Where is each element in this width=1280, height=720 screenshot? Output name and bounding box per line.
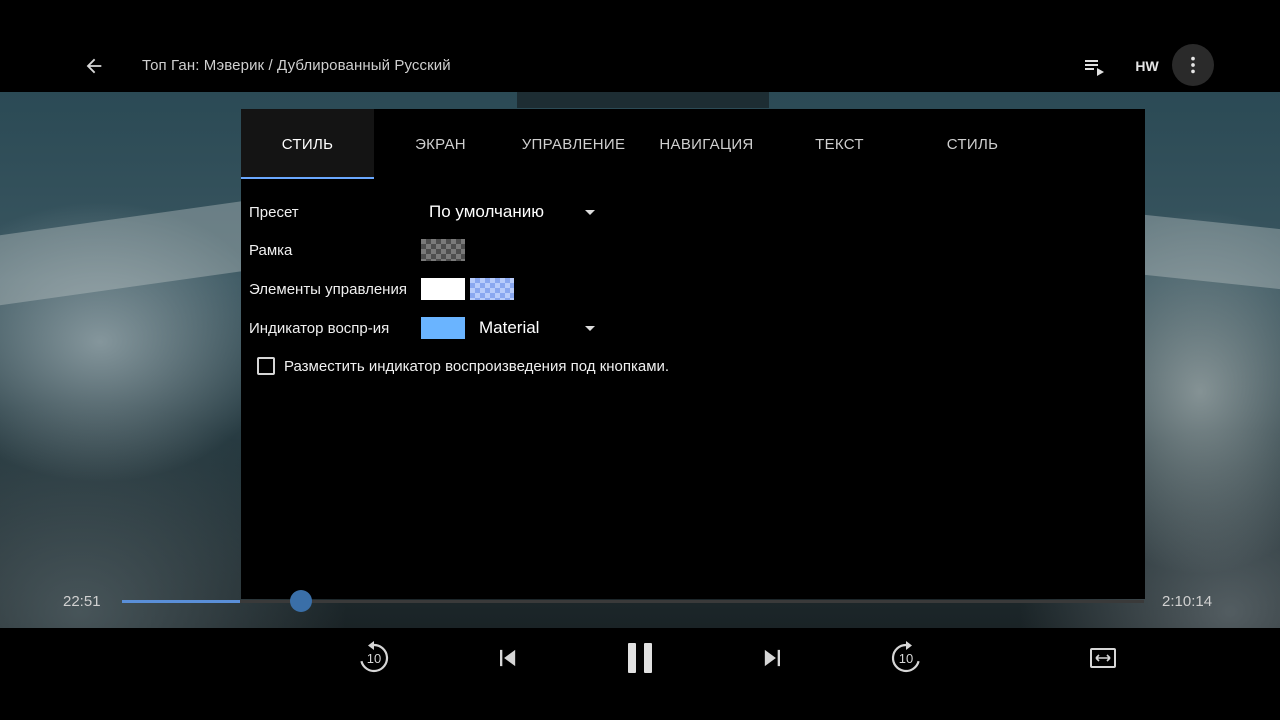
aspect-ratio-button[interactable] [1081,636,1125,680]
top-bar: Топ Ган: Мэверик / Дублированный Русский… [0,0,1280,92]
tab-style[interactable]: СТИЛЬ [241,109,374,179]
rewind-10-button[interactable]: 10 [352,636,396,680]
next-button[interactable] [751,636,795,680]
previous-button[interactable] [485,636,529,680]
tab-style-2[interactable]: СТИЛЬ [906,109,1039,179]
aspect-ratio-icon [1090,648,1116,668]
seek-thumb[interactable] [289,590,312,612]
skip-previous-icon [500,649,516,667]
tab-text[interactable]: ТЕКСТ [773,109,906,179]
forward-10-button[interactable]: 10 [884,636,928,680]
indicator-below-buttons-label: Разместить индикатор воспроизведения под… [284,358,670,375]
forward-seconds: 10 [899,651,913,666]
seek-bar[interactable] [122,600,1144,603]
preset-value: По умолчанию [429,202,544,221]
controls-background-swatch[interactable] [470,278,514,300]
playback-controls: 10 10 [0,628,1280,720]
back-button[interactable] [74,46,114,86]
forward-10-icon: 10 [891,641,920,673]
video-title: Топ Ган: Мэверик / Дублированный Русский [142,57,451,74]
pause-icon [628,643,652,673]
indicator-color-swatch[interactable] [421,317,465,339]
dropdown-caret-icon [585,326,595,331]
indicator-label: Индикатор воспр-ия [249,320,390,337]
skip-next-icon [764,649,780,667]
arrow-left-icon [86,58,102,74]
rewind-seconds: 10 [367,651,381,666]
current-time: 22:51 [63,593,101,610]
video-frame-detail [1145,214,1280,290]
preset-label: Пресет [249,204,299,221]
duration-time: 2:10:14 [1162,593,1213,610]
indicator-style-dropdown[interactable]: Material [479,313,599,343]
seek-bar-progress [122,600,240,603]
settings-tabs: СТИЛЬ ЭКРАН УПРАВЛЕНИЕ НАВИГАЦИЯ ТЕКСТ С… [241,109,1145,179]
playlist-button[interactable] [1075,46,1113,86]
settings-panel: СТИЛЬ ЭКРАН УПРАВЛЕНИЕ НАВИГАЦИЯ ТЕКСТ С… [241,109,1145,599]
more-options-button[interactable] [1172,44,1214,86]
indicator-below-buttons-checkbox[interactable] [257,357,275,375]
tab-screen[interactable]: ЭКРАН [374,109,507,179]
video-frame-detail [0,198,260,306]
frame-color-swatch[interactable] [421,239,465,261]
hw-decoder-button[interactable]: HW [1128,46,1166,86]
indicator-style-value: Material [479,318,540,337]
more-vertical-icon [1191,56,1195,74]
replay-10-icon: 10 [360,641,389,673]
preset-dropdown[interactable]: По умолчанию [429,197,599,227]
controls-color-swatch[interactable] [421,278,465,300]
dropdown-caret-icon [585,210,595,215]
pause-button[interactable] [618,636,662,680]
tab-controls[interactable]: УПРАВЛЕНИЕ [507,109,640,179]
video-frame-detail [517,92,769,108]
tab-navigation[interactable]: НАВИГАЦИЯ [640,109,773,179]
playlist-play-icon [1085,60,1104,76]
controls-label: Элементы управления [249,281,407,298]
frame-label: Рамка [249,242,293,259]
